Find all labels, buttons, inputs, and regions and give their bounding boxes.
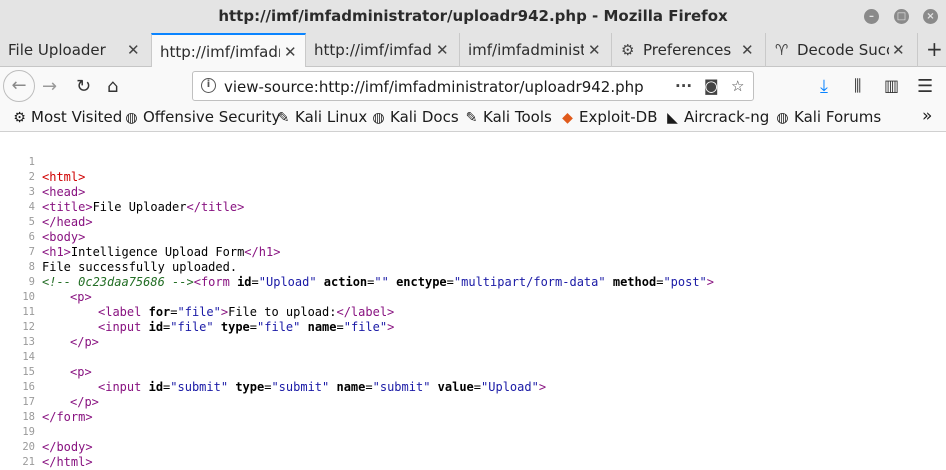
bookmark-label: Exploit-DB [579,108,658,126]
bookmarks-overflow-icon[interactable]: » [922,106,932,126]
bookmark-label: Offensive Security [143,108,281,126]
gear-icon: ⚙ [13,110,26,126]
bookmark-exploit-db[interactable]: ◆ Exploit-DB [560,108,658,126]
kali-dragon-icon: ✎ [465,110,478,126]
forward-arrow-icon[interactable]: → [42,76,57,97]
maximize-icon[interactable]: □ [894,9,909,24]
reload-icon[interactable]: ↻ [76,76,91,97]
close-tab-icon[interactable]: ✕ [436,41,449,59]
tab-imf-3[interactable]: imf/imfadministra ✕ [460,33,612,67]
site-info-icon[interactable]: i [201,78,216,93]
source-line: 5 <body> [0,200,946,244]
library-icon[interactable]: ⫼ [854,76,861,96]
source-line: 15 <input id="submit" type="submit" name… [0,350,946,394]
home-icon[interactable]: ⌂ [107,76,118,97]
line-number: 21 [22,456,35,468]
source-line: 4 </head> [0,185,946,229]
source-line: 21 [0,440,946,468]
tab-strip: File Uploader ✕ http://imf/imfadmi ✕ htt… [0,33,946,68]
bookmark-offensive-security[interactable]: ◍ Offensive Security [124,108,280,126]
source-line: 17 </form> [0,380,946,424]
tab-preferences[interactable]: ⚙ Preferences ✕ [612,33,766,67]
close-window-icon[interactable]: × [923,9,938,24]
window-titlebar: http://imf/imfadministrator/uploadr942.p… [0,0,946,33]
bookmark-kali-tools[interactable]: ✎ Kali Tools [464,108,552,126]
source-line: 3 <title>File Uploader</title> [0,170,946,214]
exploitdb-icon: ◆ [562,110,573,126]
source-line: 2 <head> [0,155,946,199]
navigation-toolbar: ← → ↻ ⌂ i view-source:http://imf/imfadmi… [0,67,946,105]
source-line: 13 [0,320,946,348]
source-line: 6 <h1>Intelligence Upload Form</h1> [0,215,946,259]
bookmark-label: Aircrack-ng [684,108,770,126]
bookmark-kali-linux[interactable]: ✎ Kali Linux [276,108,368,126]
tab-file-uploader[interactable]: File Uploader ✕ [0,33,152,67]
tab-view-source-active[interactable]: http://imf/imfadmi ✕ [151,33,306,68]
new-tab-icon[interactable]: + [926,37,943,61]
downloads-icon[interactable]: ⤓ [820,76,828,97]
window-title: http://imf/imfadministrator/uploadr942.p… [218,7,728,25]
source-line: 20 </html> [0,425,946,469]
source-line: 16 </p> [0,365,946,409]
kali-dragon-icon: ✎ [277,110,290,126]
minimize-icon[interactable]: – [864,9,879,24]
close-tab-icon[interactable]: ✕ [284,43,297,61]
source-line: 9 <p> [0,260,946,304]
bookmarks-toolbar: ⚙ Most Visited ◍ Offensive Security ✎ Kali … [0,105,946,132]
bookmark-label: Most Visited [31,108,123,126]
sidebar-icon[interactable]: ▥ [884,76,899,95]
tab-imf-2[interactable]: http://imf/imfadmi ✕ [306,33,460,67]
menu-icon[interactable]: ☰ [917,76,933,97]
bookmark-label: Kali Docs [390,108,459,126]
close-tab-icon[interactable]: ✕ [741,41,754,59]
aircrack-icon: ◣ [667,110,678,126]
ram-icon: ♈ [775,41,789,59]
globe-icon: ◍ [776,110,789,126]
bookmark-most-visited[interactable]: ⚙ Most Visited [12,108,122,126]
bookmark-label: Kali Linux [295,108,368,126]
bookmark-star-icon[interactable]: ☆ [731,77,744,95]
back-arrow-icon[interactable]: ← [3,70,35,102]
source-line: 19 </body> [0,410,946,454]
close-tab-icon[interactable]: ✕ [127,41,140,59]
tab-label: File Uploader [8,41,106,59]
source-line: 10 <label for="file">File to upload:</la… [0,275,946,319]
tab-label: Decode Succe [797,41,889,59]
bookmark-label: Kali Forums [794,108,882,126]
tab-label: http://imf/imfadmi [314,41,432,59]
close-tab-icon[interactable]: ✕ [588,41,601,59]
source-line: 7 File successfully uploaded. [0,230,946,274]
bookmark-kali-docs[interactable]: ◍ Kali Docs [371,108,459,126]
url-text[interactable]: view-source:http://imf/imfadministrator/… [224,78,644,96]
bookmark-kali-forums[interactable]: ◍ Kali Forums [775,108,881,126]
source-line: 1 <html> [0,140,946,184]
tab-label: http://imf/imfadmi [160,43,280,61]
globe-icon: ◍ [372,110,385,126]
source-line: 8 <!-- 0c23daa75686 --><form id="Upload"… [0,245,946,289]
globe-icon: ◍ [125,110,138,126]
source-line: 14 <p> [0,335,946,379]
html-close-tag: </html> [42,455,93,469]
bookmark-aircrack-ng[interactable]: ◣ Aircrack-ng [665,108,769,126]
tab-label: Preferences [643,41,732,59]
url-bar[interactable]: i view-source:http://imf/imfadministrato… [192,71,754,101]
bookmark-label: Kali Tools [483,108,552,126]
tab-label: imf/imfadministra [468,41,584,59]
page-actions-icon[interactable]: ··· [675,77,692,95]
gear-icon: ⚙ [621,41,635,59]
source-line: 18 [0,395,946,423]
view-source-content: 1 <html> 2 <head> 3 <title>File Uploader… [0,140,946,469]
source-line: 12 </p> [0,305,946,349]
tab-decode-success[interactable]: ♈ Decode Succe ✕ [766,33,918,67]
source-line: 11 <input id="file" type="file" name="fi… [0,290,946,334]
pocket-icon[interactable]: ◙ [704,77,719,95]
close-tab-icon[interactable]: ✕ [892,41,905,59]
